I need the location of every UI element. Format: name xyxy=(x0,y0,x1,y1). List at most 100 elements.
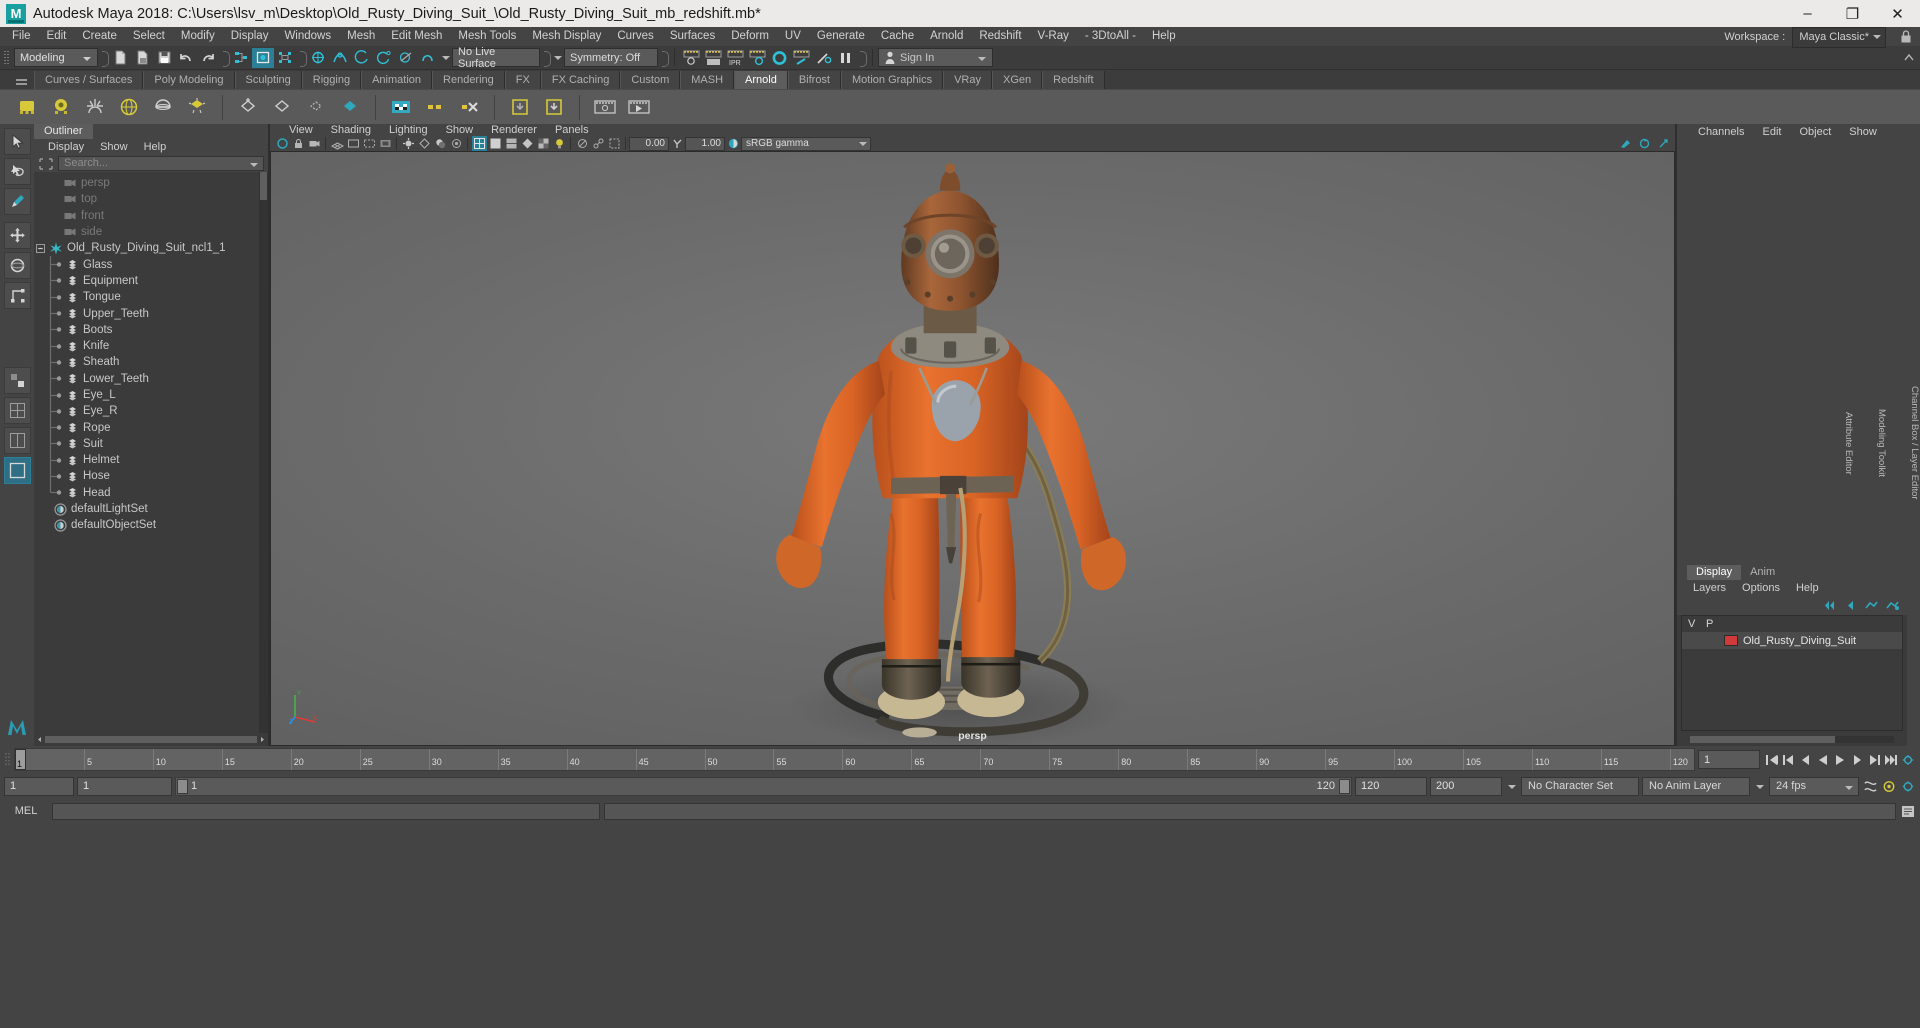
smooth-shade-wire-icon[interactable] xyxy=(504,136,519,151)
snap-together-tool-icon[interactable] xyxy=(3,367,31,394)
auto-keyframe-icon[interactable] xyxy=(1862,778,1878,795)
open-scene-icon[interactable] xyxy=(131,48,153,68)
maximize-button[interactable]: ❐ xyxy=(1830,0,1875,27)
layer-tab-display[interactable]: Display xyxy=(1687,565,1742,580)
outliner-horizontal-scrollbar[interactable] xyxy=(34,733,268,746)
viewport-menu-renderer[interactable]: Renderer xyxy=(482,124,546,136)
shelf-tab-curves-surfaces[interactable]: Curves / Surfaces xyxy=(34,71,144,89)
arnold-area-light-icon[interactable] xyxy=(12,92,42,122)
outliner-item-head[interactable]: Head xyxy=(34,484,268,501)
menu-item-windows[interactable]: Windows xyxy=(276,27,339,46)
color-space-dropdown[interactable]: sRGB gamma xyxy=(741,136,871,151)
layer-first-icon[interactable] xyxy=(1823,599,1836,612)
outliner-item-tongue[interactable]: Tongue xyxy=(34,288,268,306)
menu-item-edit-mesh[interactable]: Edit Mesh xyxy=(383,27,450,46)
menu-item-help[interactable]: Help xyxy=(1144,27,1184,46)
resolution-gate-icon[interactable] xyxy=(362,136,377,151)
toolbar-grip[interactable] xyxy=(2,48,11,68)
viewport-refresh-icon[interactable] xyxy=(1637,136,1652,151)
menu-item-v-ray[interactable]: V-Ray xyxy=(1030,27,1077,46)
menu-item-edit[interactable]: Edit xyxy=(39,27,75,46)
outliner-menu-help[interactable]: Help xyxy=(136,141,175,153)
xray-icon[interactable] xyxy=(575,136,590,151)
shelf-tab-xgen[interactable]: XGen xyxy=(992,71,1043,89)
range-end-field[interactable]: 120 xyxy=(1355,776,1427,796)
shelf-tab-redshift[interactable]: Redshift xyxy=(1042,71,1105,89)
camera-attributes-icon[interactable] xyxy=(307,136,322,151)
outliner-menu-show[interactable]: Show xyxy=(92,141,136,153)
time-slider[interactable]: 1 5 10 15 20 25 30 35 40 45 50 55 60 65 70 75 80 85 90 95 1… xyxy=(14,748,1695,771)
channelbox-body[interactable] xyxy=(1677,140,1907,564)
signin-button[interactable]: Sign In xyxy=(878,48,993,67)
outliner-menu-display[interactable]: Display xyxy=(40,141,92,153)
arnold-import-ass-icon[interactable] xyxy=(539,92,569,122)
shelf-tab-mash[interactable]: MASH xyxy=(680,71,735,89)
arnold-bifrost-icon[interactable] xyxy=(335,92,365,122)
go-to-start-icon[interactable] xyxy=(1764,751,1780,768)
scroll-right-arrow[interactable] xyxy=(259,736,266,743)
lock-icon[interactable] xyxy=(1900,30,1912,43)
channelbox-menu-edit[interactable]: Edit xyxy=(1753,126,1790,138)
make-live-icon[interactable] xyxy=(417,48,439,68)
arnold-flat-icon[interactable] xyxy=(386,92,416,122)
arnold-render-sequence-icon[interactable] xyxy=(624,92,654,122)
use-default-lighting-icon[interactable] xyxy=(552,136,567,151)
viewport-expand-icon[interactable] xyxy=(1656,136,1671,151)
minimize-button[interactable]: – xyxy=(1785,0,1830,27)
layer-menu-layers[interactable]: Layers xyxy=(1685,582,1734,594)
outliner-vertical-scrollbar[interactable] xyxy=(259,172,268,733)
outliner-item-equipment[interactable]: Equipment xyxy=(34,272,268,290)
menu-item-modify[interactable]: Modify xyxy=(173,27,223,46)
range-right-handle[interactable] xyxy=(1339,778,1350,794)
animation-preferences-gear-icon[interactable] xyxy=(1900,778,1916,795)
select-camera-icon[interactable] xyxy=(275,136,290,151)
workspace-selector[interactable]: Workspace : Maya Classic* xyxy=(1724,27,1886,48)
character-set-field[interactable]: No Character Set xyxy=(1521,776,1639,796)
outliner-item-persp[interactable]: persp xyxy=(34,175,268,191)
shelf-tab-sculpting[interactable]: Sculpting xyxy=(234,71,302,89)
channelbox-menu-object[interactable]: Object xyxy=(1790,126,1840,138)
gamma-icon[interactable] xyxy=(670,136,685,151)
toolbar-collapse-icon[interactable] xyxy=(1898,48,1920,68)
render-view-icon[interactable] xyxy=(680,48,702,68)
viewport-menu-lighting[interactable]: Lighting xyxy=(380,124,437,136)
xray-joints-icon[interactable] xyxy=(591,136,606,151)
new-layer-from-selected-icon[interactable] xyxy=(1886,599,1899,612)
isolate-select-icon[interactable] xyxy=(607,136,622,151)
outliner-item-hose[interactable]: Hose xyxy=(34,468,268,485)
arnold-volume-icon[interactable] xyxy=(267,92,297,122)
select-by-object-icon[interactable] xyxy=(252,47,274,68)
anim-layer-arrow[interactable] xyxy=(1753,777,1766,796)
texture-display-icon[interactable] xyxy=(536,136,551,151)
save-scene-icon[interactable] xyxy=(153,48,175,68)
outliner-tree[interactable]: persp top front side Old_Rusty_Diving_Suit_n… xyxy=(34,172,268,733)
outliner-item-eye_l[interactable]: Eye_L xyxy=(34,386,268,404)
menu-item-select[interactable]: Select xyxy=(125,27,173,46)
outliner-item-boots[interactable]: Boots xyxy=(34,321,268,339)
outliner-item-defaultlightset[interactable]: defaultLightSet xyxy=(34,501,268,517)
light-editor-icon[interactable] xyxy=(812,48,834,68)
menu-item-deform[interactable]: Deform xyxy=(723,27,777,46)
shelf-tab-fx[interactable]: FX xyxy=(504,71,541,89)
single-pane-layout-icon[interactable] xyxy=(3,457,31,484)
mel-command-input[interactable] xyxy=(52,802,600,820)
select-tool-icon[interactable] xyxy=(3,128,31,155)
snap-to-grid-icon[interactable] xyxy=(307,48,329,68)
3d-viewport[interactable]: Y X Z persp xyxy=(270,151,1675,746)
two-sided-lighting-icon[interactable] xyxy=(417,136,432,151)
outliner-item-rope[interactable]: Rope xyxy=(34,419,268,437)
menu-item-generate[interactable]: Generate xyxy=(809,27,873,46)
symmetry-dropdown-arrow[interactable] xyxy=(551,48,564,67)
shelf-menu-icon[interactable] xyxy=(12,72,30,89)
hypershade-icon[interactable] xyxy=(768,48,790,68)
arnold-remove-shader-icon[interactable] xyxy=(454,92,484,122)
arnold-standin-icon[interactable] xyxy=(233,92,263,122)
layer-horizontal-scrollbar[interactable] xyxy=(1681,734,1903,746)
outliner-item-side[interactable]: side xyxy=(34,224,268,240)
script-editor-icon[interactable] xyxy=(1900,803,1916,820)
outliner-item-top[interactable]: top xyxy=(34,191,268,207)
pause-render-icon[interactable] xyxy=(834,48,856,68)
shelf-tab-animation[interactable]: Animation xyxy=(361,71,433,89)
shelf-tab-bifrost[interactable]: Bifrost xyxy=(787,71,841,89)
layer-menu-help[interactable]: Help xyxy=(1788,582,1827,594)
